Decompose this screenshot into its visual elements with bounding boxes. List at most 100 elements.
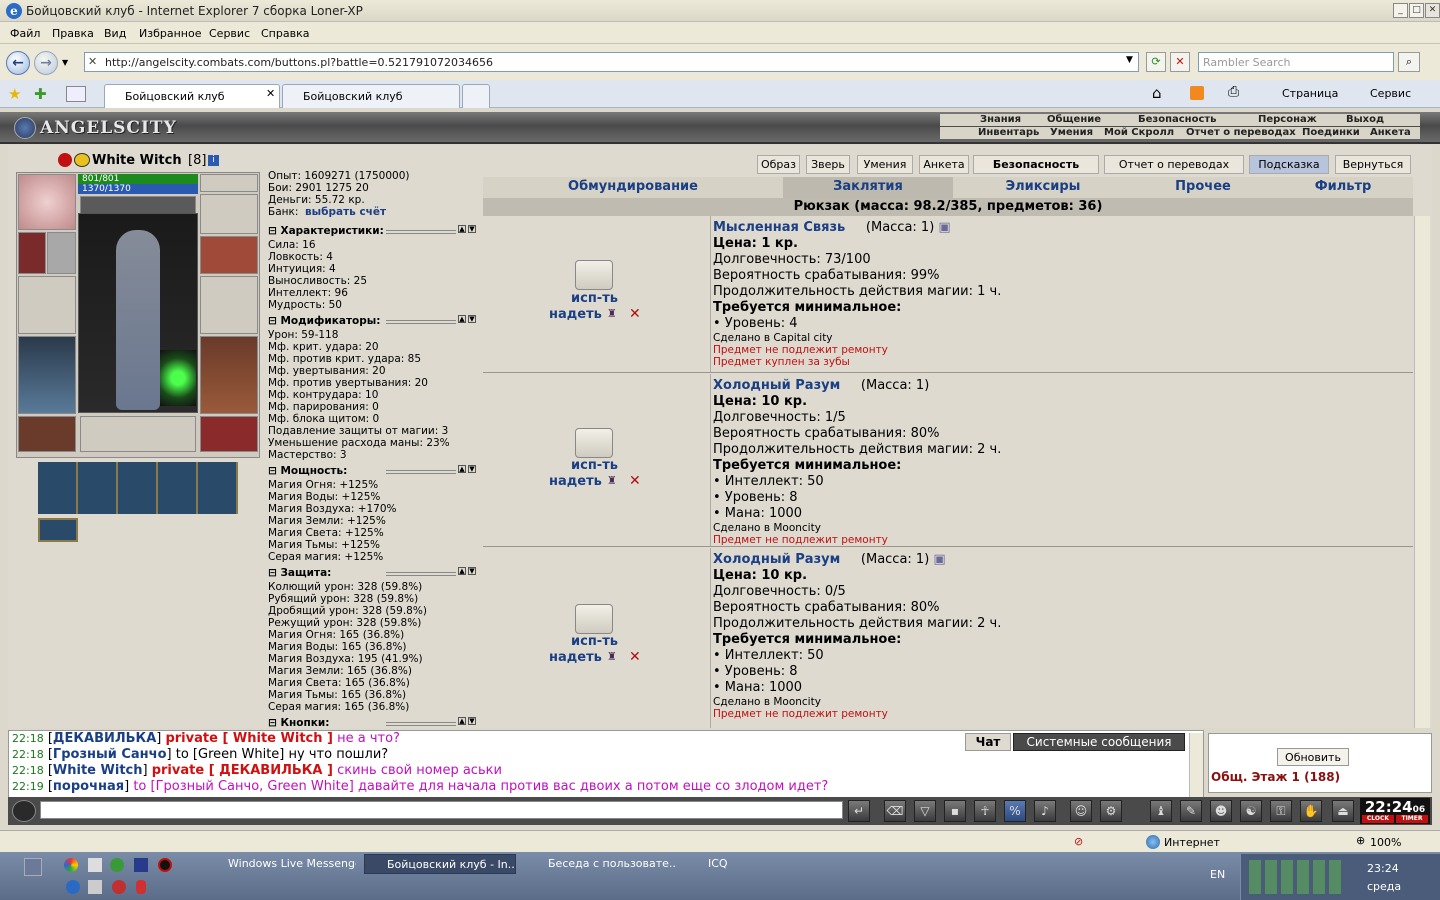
address-dropdown-icon[interactable]: ▼: [1126, 55, 1133, 65]
nav-skills[interactable]: Умения: [1050, 127, 1093, 138]
fighter-icon[interactable]: ☥: [974, 800, 996, 822]
chat-nick[interactable]: порочная: [53, 779, 124, 794]
mask-icon[interactable]: ☻: [1210, 800, 1232, 822]
menu-file[interactable]: Файл: [10, 27, 40, 40]
move-up-icon[interactable]: ▲: [458, 315, 466, 323]
use-button[interactable]: исп-ть: [571, 458, 618, 473]
rss-icon[interactable]: [1190, 86, 1204, 100]
home-icon[interactable]: ⌂: [1152, 84, 1162, 102]
other-quick-icon[interactable]: [136, 880, 146, 894]
pet-button[interactable]: Зверь: [806, 155, 850, 174]
menu-tools[interactable]: Сервис: [209, 27, 250, 40]
profile-button[interactable]: Анкета: [919, 155, 969, 174]
tab-system-messages[interactable]: Системные сообщения: [1013, 733, 1185, 751]
chat-input[interactable]: [40, 801, 843, 819]
favorites-star-icon[interactable]: ★: [8, 85, 21, 103]
modifiers-header[interactable]: ⊟ Модификаторы: ▲ ▼: [268, 315, 478, 327]
media-quick-icon[interactable]: [158, 858, 172, 872]
spell-slots[interactable]: [38, 462, 238, 514]
weapon-slot[interactable]: [18, 276, 76, 334]
tab-spells[interactable]: Заклятия: [783, 177, 953, 198]
zoom-level[interactable]: 100%: [1370, 836, 1401, 849]
nav-knowledge[interactable]: Знания: [980, 114, 1021, 125]
history-dropdown-icon[interactable]: ▼: [62, 58, 68, 67]
gloves-slot[interactable]: [200, 236, 258, 274]
task-conversation[interactable]: Беседа с пользовате...: [526, 854, 676, 874]
item-name[interactable]: Холодный Разум: [713, 552, 840, 567]
powers-header[interactable]: ⊟ Мощность: ▲ ▼: [268, 465, 478, 477]
tab-elixirs[interactable]: Эликсиры: [953, 179, 1133, 194]
delete-icon[interactable]: ✕: [629, 473, 641, 489]
eraser-icon[interactable]: ⌫: [884, 800, 906, 822]
move-down-icon[interactable]: ▼: [468, 225, 476, 233]
info-icon[interactable]: i: [208, 155, 219, 166]
use-button[interactable]: исп-ть: [571, 291, 618, 306]
tab-1[interactable]: Бойцовский клуб: [104, 84, 280, 108]
save-icon[interactable]: ▪: [944, 800, 966, 822]
close-icon[interactable]: ✕: [1425, 3, 1440, 18]
lock-icon[interactable]: ⚿: [1270, 800, 1292, 822]
messenger-quick-icon[interactable]: [110, 858, 124, 872]
exit-icon[interactable]: ⏏: [1332, 800, 1354, 822]
drop-icon[interactable]: ♜: [607, 307, 617, 320]
nav-character[interactable]: Персонаж: [1258, 114, 1317, 125]
refresh-icon[interactable]: ⟳: [1146, 52, 1166, 72]
collapse-icon[interactable]: ⊟: [268, 717, 277, 729]
drop-icon[interactable]: ♜: [607, 474, 617, 487]
earring-slot[interactable]: [200, 174, 258, 192]
nav-communication[interactable]: Общение: [1047, 114, 1101, 125]
refresh-button[interactable]: Обновить: [1277, 748, 1349, 766]
move-up-icon[interactable]: ▲: [458, 717, 466, 725]
belt-slot[interactable]: [18, 416, 76, 452]
smile-icon[interactable]: ☺: [1070, 800, 1092, 822]
translit-icon[interactable]: %: [1004, 800, 1026, 822]
move-down-icon[interactable]: ▼: [468, 315, 476, 323]
chat-mode-icon[interactable]: [12, 800, 36, 822]
menu-view[interactable]: Вид: [104, 27, 126, 40]
pocket-slots[interactable]: [80, 416, 196, 452]
return-button[interactable]: Вернуться: [1335, 155, 1411, 174]
task-icq[interactable]: ICQ: [686, 854, 766, 874]
forward-button[interactable]: →: [34, 51, 58, 75]
chat-target[interactable]: to [Green White]: [176, 747, 285, 762]
tab-2[interactable]: Бойцовский клуб: [282, 84, 460, 108]
chat-nick[interactable]: ДЕКАВИЛЬКА: [53, 731, 156, 746]
defense-header[interactable]: ⊟ Защита: ▲ ▼: [268, 567, 478, 579]
chat-target[interactable]: private [ ДЕКАВИЛЬКА ]: [152, 763, 333, 778]
tab-other[interactable]: Прочее: [1133, 179, 1273, 194]
chat-settings-icon[interactable]: ⚙: [1100, 800, 1122, 822]
ie-quick-icon[interactable]: [66, 880, 80, 894]
calc-icon[interactable]: [88, 858, 102, 872]
search-icon[interactable]: ⌕: [1398, 52, 1420, 72]
chat-target[interactable]: to [Грозный Санчо, Green White]: [133, 779, 353, 794]
move-down-icon[interactable]: ▼: [468, 465, 476, 473]
maximize-icon[interactable]: □: [1409, 3, 1424, 18]
orb-slot[interactable]: [160, 350, 196, 406]
chat-target[interactable]: private [ White Witch ]: [165, 731, 333, 746]
send-icon[interactable]: ↵: [848, 800, 870, 822]
tray-icons[interactable]: [1249, 860, 1341, 894]
filter-icon[interactable]: ▽: [914, 800, 936, 822]
helmet-slot[interactable]: [18, 174, 76, 230]
start-icon[interactable]: [24, 858, 42, 876]
tab-equipment[interactable]: Обмундирование: [483, 179, 783, 194]
chat-nick[interactable]: Грозный Санчо: [53, 747, 167, 762]
tab-filter[interactable]: Фильтр: [1273, 179, 1413, 194]
delete-icon[interactable]: ✕: [629, 649, 641, 665]
move-up-icon[interactable]: ▲: [458, 225, 466, 233]
sound-icon[interactable]: ♪: [1034, 800, 1056, 822]
page-menu[interactable]: Страница: [1282, 87, 1338, 100]
bank-link[interactable]: выбрать счёт: [305, 206, 386, 218]
room-name[interactable]: Общ. Этаж 1 (188): [1211, 770, 1340, 784]
minimize-icon[interactable]: _: [1393, 3, 1408, 18]
app-quick-icon[interactable]: [134, 858, 148, 872]
collapse-icon[interactable]: ⊟: [268, 225, 277, 237]
nav-transfers-report[interactable]: Отчет о переводах: [1186, 127, 1296, 138]
tab-chat[interactable]: Чат: [965, 733, 1011, 751]
move-up-icon[interactable]: ▲: [458, 465, 466, 473]
address-input[interactable]: http://angelscity.combats.com/buttons.pl…: [84, 52, 1139, 72]
buttons-header[interactable]: ⊟ Кнопки: ▲ ▼: [268, 717, 478, 729]
tools-menu[interactable]: Сервис: [1370, 87, 1411, 100]
task-fightclub[interactable]: Бойцовский клуб - In...: [364, 854, 516, 874]
move-down-icon[interactable]: ▼: [468, 717, 476, 725]
